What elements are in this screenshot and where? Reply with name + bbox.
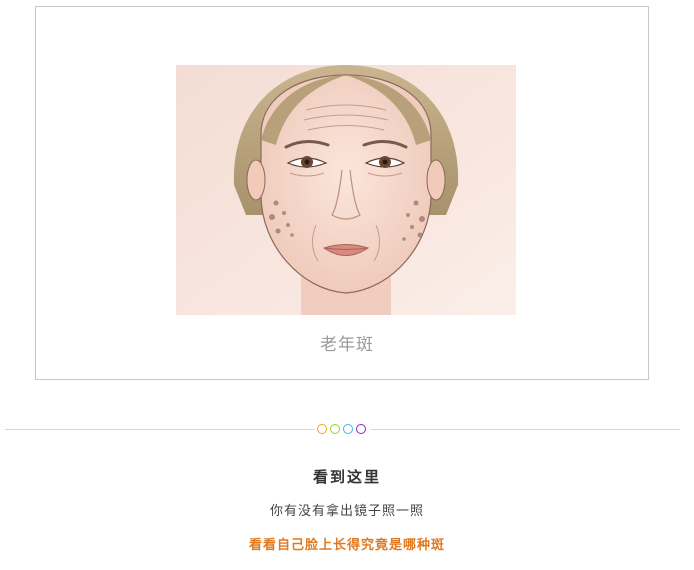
section-subtext: 你有没有拿出镜子照一照 [269,504,424,519]
divider-dot [317,424,327,434]
divider-line-left [5,429,315,430]
highlight-text: 看看自己脸上长得究竟是哪种斑 [248,538,445,553]
divider-dot [330,424,340,434]
divider-dot [343,424,353,434]
divider-dot [356,424,366,434]
divider-line-right [371,429,680,430]
section-heading: 看到这里 [312,468,381,486]
divider-dots [317,424,366,435]
face-illustration [176,65,516,315]
image-caption: 老年斑 [320,335,374,355]
